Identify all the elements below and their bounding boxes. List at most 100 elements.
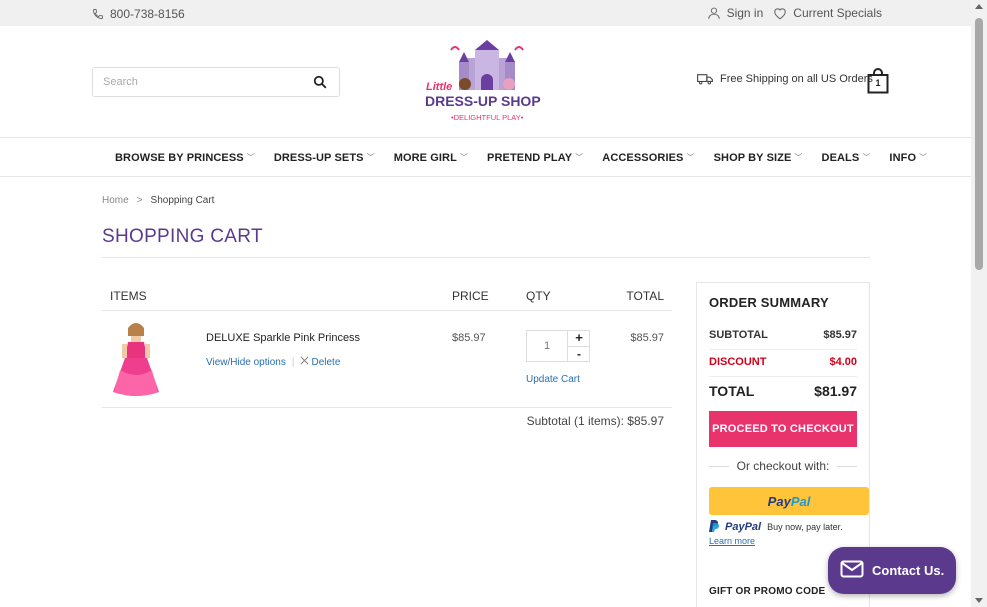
divider (709, 349, 857, 350)
header-qty: QTY (526, 289, 551, 303)
nav-label: SHOP BY SIZE (713, 151, 792, 164)
nav-info[interactable]: INFO ﹀ (889, 152, 927, 164)
chevron-down-icon: ﹀ (246, 153, 255, 162)
subtotal-value: $85.97 (823, 329, 857, 341)
quantity-input[interactable]: 1 (526, 330, 568, 362)
nav-label: BROWSE BY PRINCESS (115, 151, 244, 164)
sign-in-label: Sign in (726, 6, 764, 20)
divider (709, 376, 857, 377)
learn-more-link[interactable]: Learn more (709, 536, 755, 546)
scroll-down-arrow-icon[interactable] (975, 598, 983, 603)
nav-pretend-play[interactable]: PRETEND PLAY ﹀ (487, 152, 583, 164)
search-box (92, 67, 340, 97)
discount-label: DISCOUNT (709, 356, 767, 368)
chevron-down-icon: ﹀ (686, 153, 695, 162)
close-icon (300, 356, 309, 368)
summary-discount: DISCOUNT $4.00 (709, 356, 857, 368)
subtotal-label: SUBTOTAL (709, 329, 768, 341)
header-total: TOTAL (626, 289, 664, 303)
view-hide-options-link[interactable]: View/Hide options (206, 357, 286, 368)
scrollbar-thumb[interactable] (975, 18, 983, 270)
page-title: SHOPPING CART (102, 226, 263, 247)
update-cart-link[interactable]: Update Cart (526, 374, 580, 385)
paypal-pay-later: PayPal Buy now, pay later. (709, 520, 843, 534)
logo-text-main: DRESS-UP SHOP (425, 93, 541, 109)
summary-subtotal: SUBTOTAL $85.97 (709, 329, 857, 341)
breadcrumb-home[interactable]: Home (102, 195, 129, 206)
chevron-down-icon: ﹀ (919, 153, 928, 162)
nav-deals[interactable]: DEALS ﹀ (822, 152, 871, 164)
paypal-logo-pal: Pal (790, 493, 811, 509)
delete-label: Delete (311, 356, 341, 368)
chevron-right-icon: > (136, 195, 143, 206)
search-icon (313, 75, 327, 89)
site-logo[interactable]: Little DRESS-UP SHOP •DELIGHTFUL PLAY• (423, 40, 551, 124)
phone-icon (92, 8, 104, 20)
paypal-button[interactable]: Pay Pal (709, 487, 869, 515)
chevron-down-icon: ﹀ (366, 153, 375, 162)
nav-label: ACCESSORIES (602, 151, 684, 164)
quantity-decrease-button[interactable]: - (568, 346, 590, 362)
cart-count-badge: 1 (875, 78, 881, 88)
total-value: $81.97 (814, 383, 857, 399)
page-scrollbar[interactable] (971, 0, 987, 607)
product-name-link[interactable]: DELUXE Sparkle Pink Princess (206, 332, 360, 344)
phone-link[interactable]: 800-738-8156 (92, 7, 185, 21)
truck-icon (697, 73, 713, 85)
promo-code-toggle[interactable]: GIFT OR PROMO CODE (709, 586, 825, 597)
chevron-down-icon: ﹀ (794, 153, 803, 162)
product-image[interactable] (108, 320, 164, 400)
nav-label: MORE GIRL (393, 151, 457, 164)
contact-us-button[interactable]: Contact Us. (828, 547, 956, 594)
or-checkout-label: Or checkout with: (709, 459, 857, 473)
chevron-down-icon: ﹀ (575, 153, 584, 162)
site-header: Little DRESS-UP SHOP •DELIGHTFUL PLAY• F… (0, 26, 971, 138)
main-nav: BROWSE BY PRINCESS ﹀ DRESS-UP SETS ﹀ MORE … (0, 139, 971, 177)
item-price: $85.97 (452, 332, 486, 344)
search-button[interactable] (313, 75, 327, 94)
proceed-to-checkout-button[interactable]: PROCEED TO CHECKOUT (709, 411, 857, 447)
cart-subtotal: Subtotal (1 items): $85.97 (526, 414, 664, 428)
chevron-down-icon: ﹀ (459, 153, 469, 162)
nav-label: DEALS (821, 151, 860, 164)
free-shipping-notice[interactable]: Free Shipping on all US Orders (697, 73, 873, 85)
nav-browse-by-princess[interactable]: BROWSE BY PRINCESS ﹀ (115, 152, 255, 164)
paypal-icon (709, 520, 719, 534)
header-price: PRICE (452, 289, 489, 303)
item-total: $85.97 (630, 332, 664, 344)
sign-in-link[interactable]: Sign in (707, 6, 764, 20)
top-bar: 800-738-8156 Sign in Current Specials (0, 0, 971, 26)
specials-link[interactable]: Current Specials (773, 6, 882, 20)
paylater-brand: PayPal (725, 521, 762, 533)
search-input[interactable] (93, 68, 303, 96)
nav-label: PRETEND PLAY (487, 151, 573, 164)
logo-text-little: Little (426, 81, 452, 93)
user-icon (707, 6, 721, 20)
nav-more-girl[interactable]: MORE GIRL ﹀ (394, 152, 468, 164)
nav-accessories[interactable]: ACCESSORIES ﹀ (602, 152, 694, 164)
specials-label: Current Specials (793, 6, 882, 20)
discount-value: $4.00 (829, 356, 857, 368)
nav-dress-up-sets[interactable]: DRESS-UP SETS ﹀ (274, 152, 375, 164)
cart-item-row: DELUXE Sparkle Pink Princess View/Hide o… (102, 312, 672, 408)
delete-link[interactable]: Delete (300, 356, 340, 368)
logo-tagline: •DELIGHTFUL PLAY• (451, 113, 524, 122)
scroll-up-arrow-icon[interactable] (975, 4, 983, 9)
nav-shop-by-size[interactable]: SHOP BY SIZE ﹀ (714, 152, 803, 164)
nav-label: INFO (889, 151, 917, 164)
cart-button[interactable]: 1 (867, 68, 889, 94)
cart-table-header: ITEMS PRICE QTY TOTAL (102, 282, 672, 311)
breadcrumb-current: Shopping Cart (150, 195, 215, 206)
phone-number: 800-738-8156 (110, 7, 185, 21)
paypal-logo-pay: Pay (767, 493, 791, 509)
free-shipping-label: Free Shipping on all US Orders (720, 73, 873, 85)
order-summary-title: ORDER SUMMARY (709, 295, 829, 310)
paylater-text: Buy now, pay later. (767, 522, 843, 532)
total-label: TOTAL (709, 383, 755, 399)
chevron-down-icon: ﹀ (862, 153, 871, 162)
divider (102, 257, 870, 258)
mail-icon (840, 560, 864, 581)
quantity-increase-button[interactable]: + (568, 330, 590, 346)
heart-icon (773, 7, 787, 20)
divider: | (291, 356, 295, 368)
